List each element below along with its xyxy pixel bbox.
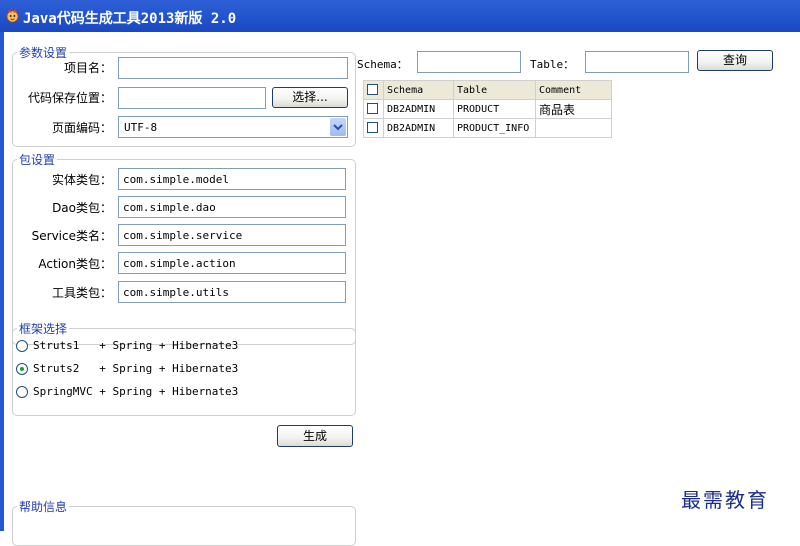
dao-package-input[interactable]: com.simple.dao xyxy=(118,196,346,218)
table-label: Table： xyxy=(530,58,575,71)
save-path-label: 代码保存位置： xyxy=(27,91,112,105)
cell-schema: DB2ADMIN xyxy=(383,99,454,119)
radio-struts1[interactable] xyxy=(16,340,28,352)
main-window: 参数设置 项目名： 代码保存位置： 选择... 页面编码： UTF-8 包设置 … xyxy=(0,32,800,546)
framework-option-label: Struts1 + Spring + Hibernate3 xyxy=(33,339,239,352)
watermark-text: 最需教育 xyxy=(681,488,769,512)
cell-comment: 商品表 xyxy=(535,99,612,119)
entity-package-label: 实体类包： xyxy=(51,173,112,187)
select-all-checkbox[interactable] xyxy=(367,84,378,96)
framework-legend: 框架选择 xyxy=(17,320,70,337)
row-checkbox[interactable] xyxy=(367,122,378,134)
select-all-cell[interactable] xyxy=(363,80,384,100)
column-header[interactable]: Table xyxy=(453,80,536,100)
framework-option-label: SpringMVC + Spring + Hibernate3 xyxy=(33,385,239,398)
row-checkbox-cell[interactable] xyxy=(363,99,384,119)
framework-option-label: Struts2 + Spring + Hibernate3 xyxy=(33,362,239,375)
cell-comment xyxy=(535,118,612,138)
chevron-down-icon[interactable] xyxy=(330,118,346,136)
encoding-select[interactable]: UTF-8 xyxy=(118,116,348,138)
encoding-label: 页面编码： xyxy=(51,121,112,135)
cell-schema: DB2ADMIN xyxy=(383,118,454,138)
entity-package-input[interactable]: com.simple.model xyxy=(118,168,346,190)
cell-table: PRODUCT_INFO xyxy=(453,118,536,138)
generate-button[interactable]: 生成 xyxy=(277,425,353,447)
schema-label: Schema： xyxy=(357,58,408,71)
service-package-input[interactable]: com.simple.service xyxy=(118,224,346,246)
package-legend: 包设置 xyxy=(17,151,58,168)
window-title: Java代码生成工具2013新版 2.0 xyxy=(23,11,237,27)
row-checkbox-cell[interactable] xyxy=(363,118,384,138)
radio-springmvc[interactable] xyxy=(16,386,28,398)
action-package-label: Action类包： xyxy=(38,257,112,271)
table-row[interactable]: DB2ADMIN PRODUCT 商品表 xyxy=(363,99,612,119)
service-package-label: Service类名： xyxy=(31,229,112,243)
column-header[interactable]: Schema xyxy=(383,80,454,100)
query-button[interactable]: 查询 xyxy=(697,50,773,71)
table-header-row: Schema Table Comment xyxy=(363,80,612,100)
cell-table: PRODUCT xyxy=(453,99,536,119)
utils-package-input[interactable]: com.simple.utils xyxy=(118,281,346,303)
schema-input[interactable] xyxy=(417,51,521,73)
utils-package-label: 工具类包： xyxy=(51,286,112,300)
title-bar: Java代码生成工具2013新版 2.0 xyxy=(0,0,800,32)
encoding-value: UTF-8 xyxy=(124,121,158,134)
action-package-input[interactable]: com.simple.action xyxy=(118,252,346,274)
table-grid: Schema Table Comment DB2ADMIN PRODUCT 商品… xyxy=(363,80,612,138)
project-name-input[interactable] xyxy=(118,57,348,79)
dao-package-label: Dao类包： xyxy=(52,201,112,215)
app-icon xyxy=(6,8,19,23)
table-row[interactable]: DB2ADMIN PRODUCT_INFO xyxy=(363,118,612,138)
help-group: 帮助信息 xyxy=(12,498,356,546)
row-checkbox[interactable] xyxy=(367,103,378,115)
radio-struts2[interactable] xyxy=(16,363,28,375)
help-legend: 帮助信息 xyxy=(17,498,70,515)
project-name-label: 项目名： xyxy=(63,61,112,75)
save-path-input[interactable] xyxy=(118,87,266,109)
column-header[interactable]: Comment xyxy=(535,80,612,100)
table-input[interactable] xyxy=(585,51,689,73)
browse-button[interactable]: 选择... xyxy=(272,87,348,108)
